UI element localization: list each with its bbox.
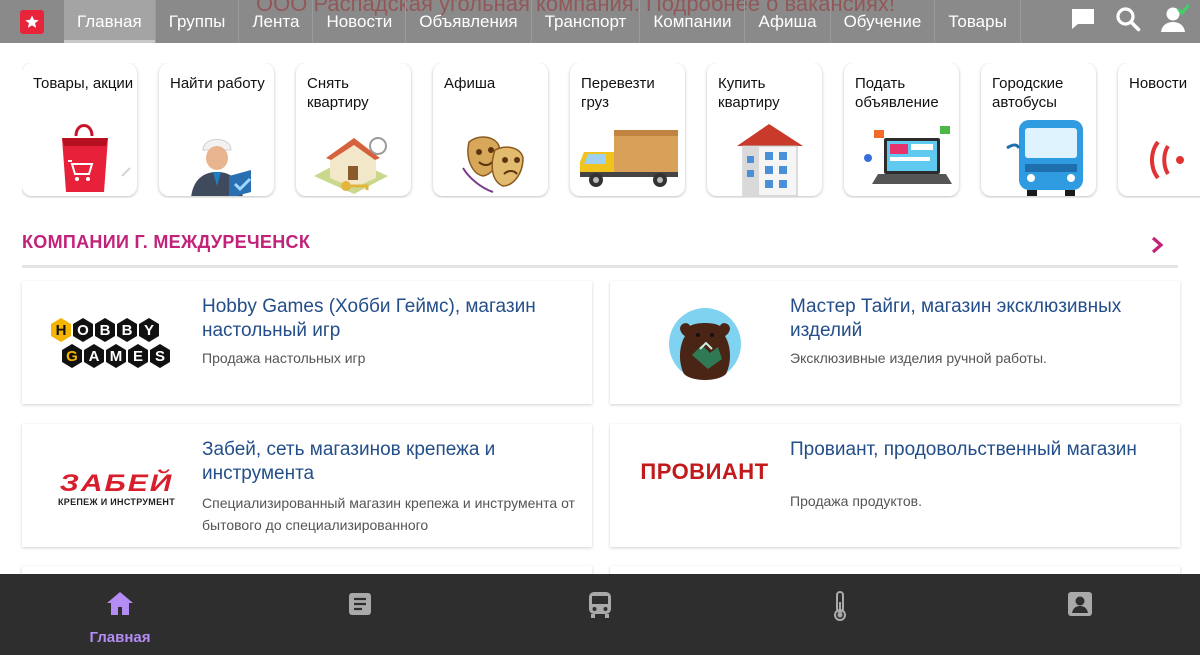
- company-card[interactable]: ЗАБЕЙ КРЕПЕЖ И ИНСТРУМЕНТ Забей, сеть ма…: [22, 424, 592, 547]
- shopping-bag-icon: [62, 124, 131, 192]
- company-card[interactable]: ПРОВИАНТ Провиант, продовольственный маг…: [610, 424, 1180, 547]
- company-card[interactable]: Мастер Тайги, магазин эксклюзивных издел…: [610, 281, 1180, 404]
- tile-events[interactable]: Афиша: [433, 63, 548, 196]
- tab-transport[interactable]: [480, 574, 720, 655]
- worker-icon: [191, 139, 252, 196]
- laptop-ads-icon: [864, 126, 952, 184]
- bus-icon: [586, 574, 614, 625]
- tile-city-buses[interactable]: Городские автобусы: [981, 63, 1096, 196]
- bottom-tab-bar: Главная: [0, 574, 1200, 655]
- house-key-icon: [314, 137, 388, 194]
- tab-profile[interactable]: [960, 574, 1200, 655]
- company-title[interactable]: Провиант, продовольственный магазин: [790, 438, 1170, 462]
- tile-label: Афиша: [444, 75, 496, 92]
- app-root: ООО Распадская угольная компания. Подроб…: [0, 0, 1200, 655]
- tab-articles[interactable]: [240, 574, 480, 655]
- tile-find-job[interactable]: Найти работу: [159, 63, 274, 196]
- nav-item-news[interactable]: Новости: [313, 0, 407, 43]
- zabei-logo-subtext: КРЕПЕЖ И ИНСТРУМЕНТ: [58, 496, 175, 507]
- company-description: Специализированный магазин крепежа и инс…: [202, 495, 575, 533]
- hobby-games-logo: H O B B Y G A M E S: [34, 296, 199, 391]
- news-icon: [1150, 140, 1184, 180]
- company-description: Продажа настольных игр: [202, 350, 366, 366]
- theatre-masks-icon: [462, 136, 524, 193]
- company-title[interactable]: Мастер Тайги, магазин эксклюзивных издел…: [790, 295, 1170, 343]
- nav-icon-group: [1050, 0, 1200, 43]
- quick-links-carousel: Товары, акции Найти работу Снять квартир…: [22, 63, 1200, 198]
- search-icon[interactable]: [1115, 6, 1141, 37]
- nav-item-companies[interactable]: Компании: [640, 0, 746, 43]
- nav-item-education[interactable]: Обучение: [831, 0, 936, 43]
- svg-text:M: M: [109, 348, 122, 365]
- svg-text:B: B: [121, 322, 132, 339]
- nav-item-events[interactable]: Афиша: [745, 0, 831, 43]
- proviant-logo: ПРОВИАНТ: [622, 439, 787, 534]
- account-box-icon: [1066, 574, 1094, 623]
- company-title[interactable]: Забей, сеть магазинов крепежа и инструме…: [202, 438, 582, 486]
- svg-text:G: G: [66, 348, 78, 365]
- company-title[interactable]: Hobby Games (Хобби Геймс), магазин насто…: [202, 295, 582, 343]
- nav-item-goods[interactable]: Товары: [935, 0, 1021, 43]
- proviant-logo-text: ПРОВИАНТ: [640, 458, 769, 484]
- nav-item-main[interactable]: Главная: [64, 0, 156, 43]
- svg-text:H: H: [55, 322, 66, 339]
- company-description: Эксклюзивные изделия ручной работы.: [790, 350, 1047, 366]
- thermometer-icon: [830, 574, 850, 627]
- star-icon: [20, 9, 44, 34]
- svg-text:Y: Y: [143, 322, 153, 339]
- tab-home[interactable]: Главная: [0, 574, 240, 655]
- nav-item-feed[interactable]: Лента: [239, 0, 314, 43]
- zabei-logo: ЗАБЕЙ КРЕПЕЖ И ИНСТРУМЕНТ: [34, 439, 199, 534]
- tile-rent-flat[interactable]: Снять квартиру: [296, 63, 411, 196]
- tile-label: Товары, акции: [33, 75, 134, 92]
- apartment-building-icon: [737, 124, 803, 196]
- chat-icon[interactable]: [1070, 7, 1096, 36]
- truck-icon: [580, 130, 678, 187]
- nav-item-transport[interactable]: Транспорт: [532, 0, 641, 43]
- section-divider: [22, 265, 1178, 268]
- svg-text:E: E: [132, 348, 142, 365]
- tile-post-ad[interactable]: Подать объявление: [844, 63, 959, 196]
- tab-weather[interactable]: [720, 574, 960, 655]
- company-description: Продажа продуктов.: [790, 493, 922, 509]
- nav-item-ads[interactable]: Объявления: [406, 0, 532, 43]
- tile-goods[interactable]: Товары, акции: [22, 63, 137, 196]
- svg-text:O: O: [77, 322, 89, 339]
- bear-logo: [622, 296, 787, 391]
- svg-text:A: A: [88, 348, 99, 365]
- svg-text:S: S: [154, 348, 164, 365]
- tile-buy-flat[interactable]: Купить квартиру: [707, 63, 822, 196]
- tile-cargo[interactable]: Перевезти груз: [570, 63, 685, 196]
- nav-item-groups[interactable]: Группы: [156, 0, 240, 43]
- tile-news[interactable]: Новости: [1118, 63, 1200, 196]
- tile-label: Найти работу: [170, 75, 265, 92]
- user-icon[interactable]: [1160, 4, 1190, 39]
- home-icon: [105, 574, 135, 623]
- company-card[interactable]: H O B B Y G A M E S Hobby Games (Хобби Г…: [22, 281, 592, 404]
- bus-icon: [1006, 120, 1083, 196]
- site-logo[interactable]: [0, 0, 64, 43]
- article-icon: [346, 574, 374, 623]
- zabei-logo-text: ЗАБЕЙ: [59, 469, 174, 497]
- tab-home-label: Главная: [89, 629, 151, 646]
- section-title-companies: КОМПАНИИ Г. МЕЖДУРЕЧЕНСК: [22, 232, 311, 252]
- top-navigation: ООО Распадская угольная компания. Подроб…: [0, 0, 1200, 43]
- svg-text:B: B: [99, 322, 110, 339]
- chevron-right-icon[interactable]: [1150, 235, 1164, 260]
- tile-label: Новости: [1129, 75, 1188, 92]
